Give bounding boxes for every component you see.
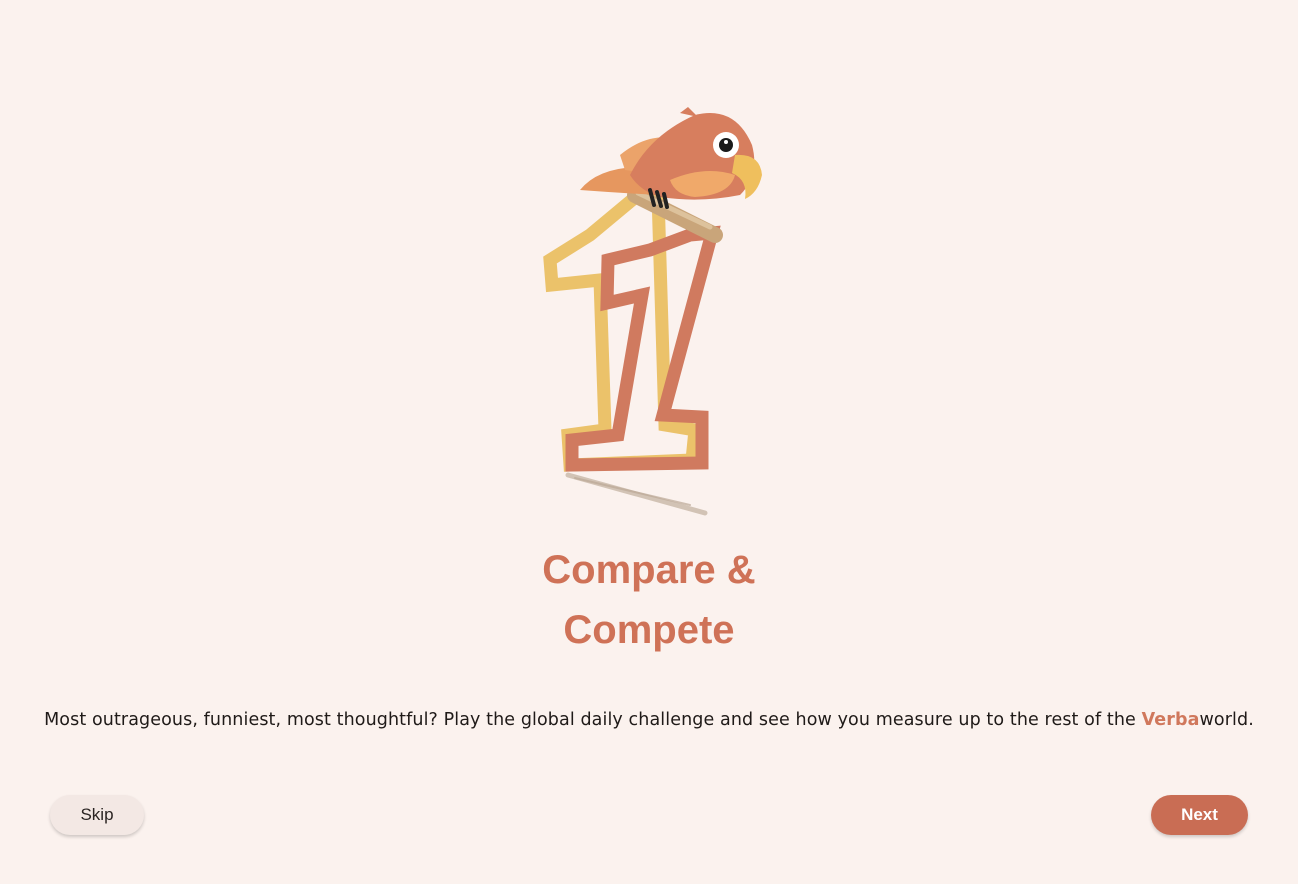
title-line-1: Compare & (542, 548, 756, 592)
brand-name: Verba (1141, 710, 1200, 730)
description-body: Most outrageous, funniest, most thoughtf… (44, 710, 1142, 730)
skip-button[interactable]: Skip (50, 795, 144, 835)
description-suffix: world. (1199, 710, 1254, 730)
onboarding-screen: Compare & Compete Most outrageous, funni… (0, 0, 1298, 884)
description-text: Most outrageous, funniest, most thoughtf… (0, 710, 1298, 730)
parrot-on-number-one-icon (543, 107, 762, 516)
next-button[interactable]: Next (1151, 795, 1248, 835)
title-line-2: Compete (563, 608, 735, 652)
page-title: Compare & Compete (0, 540, 1298, 660)
